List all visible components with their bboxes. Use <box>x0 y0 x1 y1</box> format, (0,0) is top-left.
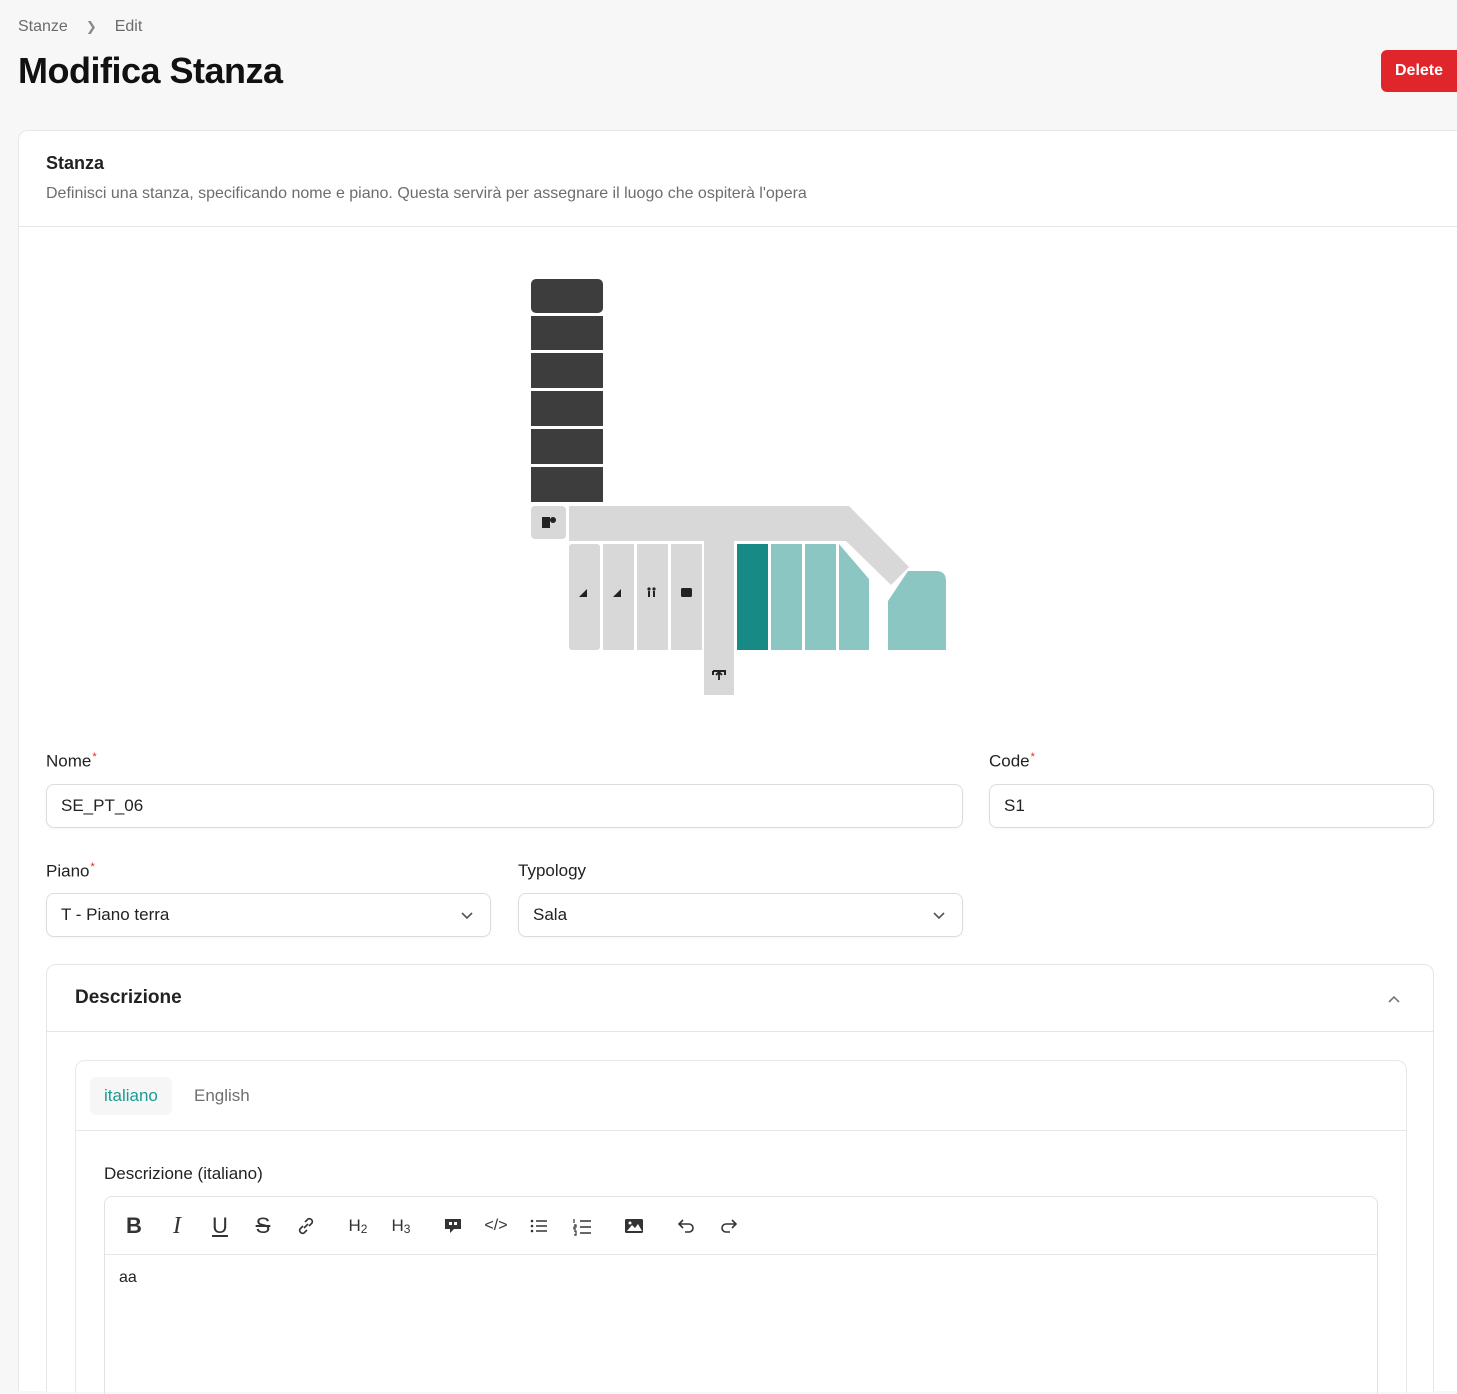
room-dark[interactable] <box>531 467 603 502</box>
card-description: Definisci una stanza, specificando nome … <box>46 185 807 202</box>
typology-select[interactable]: Sala <box>518 893 963 937</box>
redo-icon[interactable] <box>714 1211 744 1241</box>
piano-label: Piano* <box>46 861 95 881</box>
accordion-header[interactable]: Descrizione <box>47 965 1433 1032</box>
room-selected[interactable] <box>737 544 768 650</box>
nome-label: Nome* <box>46 751 97 771</box>
rich-text-editor: B I U S H2 H3 </> aa <box>104 1196 1378 1394</box>
editor-label: Descrizione (italiano) <box>104 1164 263 1183</box>
language-tabs-panel: italiano English Descrizione (italiano) … <box>75 1060 1407 1394</box>
room-dark[interactable] <box>531 353 603 388</box>
underline-icon[interactable]: U <box>205 1211 235 1241</box>
typology-label: Typology <box>518 861 587 880</box>
card-title: Stanza <box>46 153 105 173</box>
chevron-down-icon <box>933 912 945 920</box>
bold-icon[interactable]: B <box>119 1211 149 1241</box>
delete-button[interactable]: Delete <box>1381 50 1457 92</box>
room-dark[interactable] <box>531 279 603 313</box>
room-teal[interactable] <box>771 544 802 650</box>
room-gray[interactable] <box>637 544 668 650</box>
piano-select[interactable]: T - Piano terra <box>46 893 491 937</box>
stanza-card: Stanza Definisci una stanza, specificand… <box>18 130 1457 1394</box>
room-dark[interactable] <box>531 316 603 350</box>
chevron-right-icon: ❯ <box>85 19 97 34</box>
heading2-icon[interactable]: H2 <box>343 1211 373 1241</box>
ordered-list-icon[interactable] <box>567 1211 597 1241</box>
editor-toolbar: B I U S H2 H3 </> <box>105 1197 1377 1255</box>
book-icon <box>681 588 692 597</box>
dark-rooms <box>531 279 603 502</box>
code-label: Code* <box>989 751 1035 771</box>
descrizione-accordion: Descrizione italiano English Descrizione… <box>46 964 1434 1394</box>
bullet-list-icon[interactable] <box>524 1211 554 1241</box>
floor-plan-map[interactable] <box>531 279 951 699</box>
room-teal[interactable] <box>839 544 869 650</box>
room-teal[interactable] <box>805 544 836 650</box>
strikethrough-icon[interactable]: S <box>248 1211 278 1241</box>
heading3-icon[interactable]: H3 <box>386 1211 416 1241</box>
card-header: Stanza Definisci una stanza, specificand… <box>19 131 1457 227</box>
code-input[interactable]: S1 <box>989 784 1434 828</box>
room-dark[interactable] <box>531 391 603 426</box>
editor-content[interactable]: aa <box>119 1269 137 1287</box>
chevron-down-icon <box>461 912 473 920</box>
undo-icon[interactable] <box>671 1211 701 1241</box>
tab-italiano[interactable]: italiano <box>90 1077 172 1115</box>
page-title: Modifica Stanza <box>18 50 283 91</box>
breadcrumb-current: Edit <box>114 18 143 35</box>
breadcrumb-link-stanze[interactable]: Stanze <box>18 18 68 36</box>
language-tabs: italiano English <box>76 1061 1406 1131</box>
room-dark[interactable] <box>531 429 603 464</box>
blockquote-icon[interactable] <box>438 1211 468 1241</box>
breadcrumb: Stanze ❯ Edit <box>18 18 142 36</box>
nome-input[interactable]: SE_PT_06 <box>46 784 963 828</box>
tab-english[interactable]: English <box>180 1077 264 1115</box>
room-teal[interactable] <box>888 571 946 650</box>
chevron-up-icon[interactable] <box>1387 992 1401 1006</box>
accordion-title: Descrizione <box>75 987 182 1008</box>
italic-icon[interactable]: I <box>162 1211 192 1241</box>
image-icon[interactable] <box>619 1211 649 1241</box>
code-icon[interactable]: </> <box>481 1211 511 1241</box>
link-icon[interactable] <box>291 1211 321 1241</box>
